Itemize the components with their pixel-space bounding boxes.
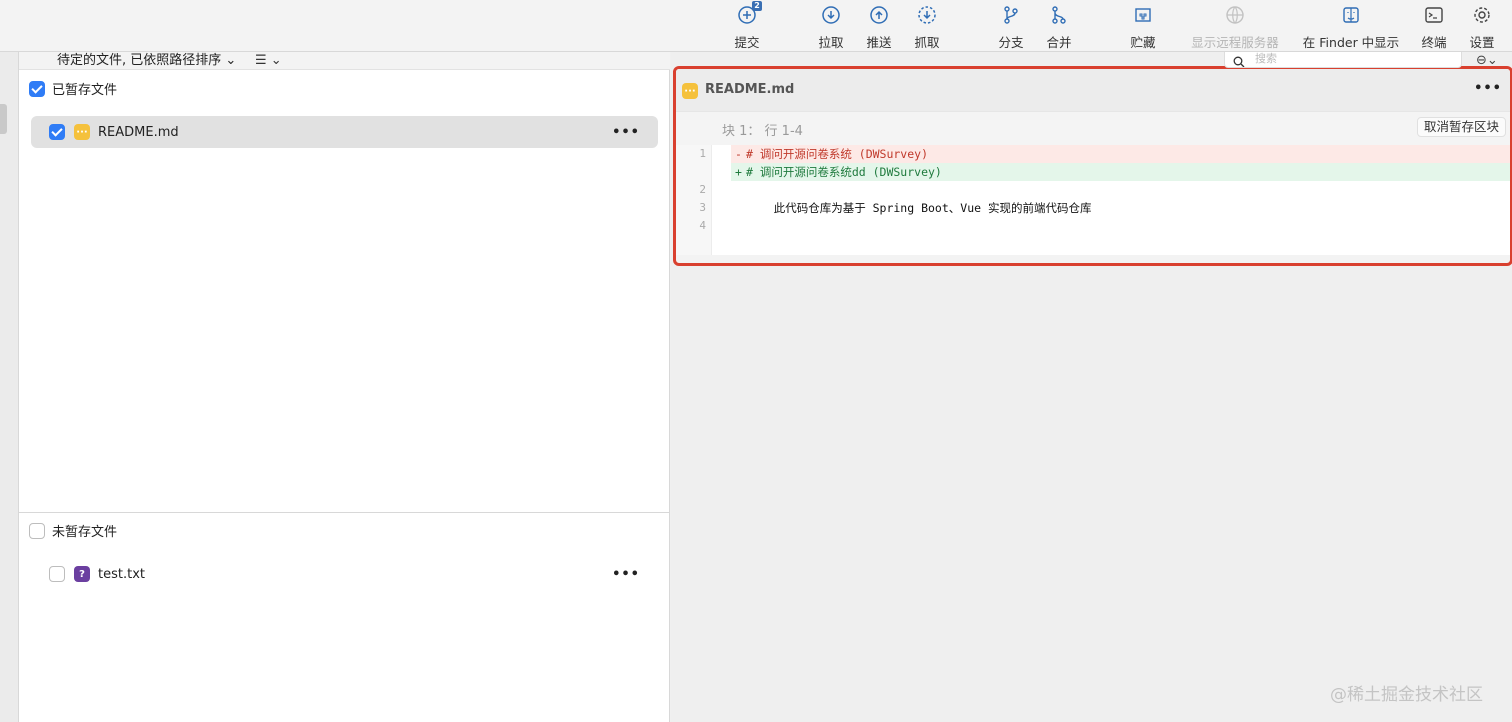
line-number: 2 [699,183,706,196]
push-label: 推送 [866,35,892,50]
more-actions-button[interactable]: ••• [612,125,640,140]
diff-pane: ··· README.md ••• 块 1： 行 1-4 取消暂存区块 1 2 … [671,52,1512,722]
commit-badge: 2 [752,1,762,11]
sort-bar: 待定的文件, 已依照路径排序 ⌄ ☰ ⌄ [19,52,670,70]
diff-mark: + [735,165,742,179]
untracked-file-icon: ? [74,566,90,582]
commit-label: 提交 [734,35,760,50]
show-remote-label: 显示远程服务器 [1191,35,1279,50]
diff-more-button[interactable]: ••• [1474,81,1502,96]
unstage-hunk-button[interactable]: 取消暂存区块 [1416,117,1506,137]
diff-line-text: # 调问开源问卷系统 (DWSurvey) [746,147,929,161]
terminal-label: 终端 [1421,35,1447,50]
diff-file-header: ··· README.md ••• [676,69,1510,111]
line-number: 1 [699,147,706,160]
diff-file-name: README.md [705,82,795,97]
diff-line-removed[interactable]: - # 调问开源问卷系统 (DWSurvey) [731,145,1510,163]
sidebar-collapsed-strip [0,52,19,722]
line-number-gutter: 1 2 3 4 [676,145,712,255]
stash-label: 贮藏 [1130,35,1156,50]
stash-icon [1132,4,1154,26]
modified-file-icon: ··· [74,124,90,140]
hunk-label: 块 1： 行 1-4 [722,124,803,139]
unstaged-title: 未暂存文件 [52,525,118,540]
commit-button[interactable]: 2 提交 [717,1,777,51]
branch-label: 分支 [998,35,1024,50]
list-view-icon[interactable]: ☰ ⌄ [255,53,282,69]
staged-title: 已暂存文件 [52,83,118,98]
stash-button[interactable]: 贮藏 [1113,4,1173,51]
show-remote-button[interactable]: 显示远程服务器 [1188,4,1282,51]
unstaged-all-checkbox[interactable] [29,522,45,539]
diff-line-context [731,217,1510,235]
diff-line-text: # 调问开源问卷系统dd (DWSurvey) [746,165,942,179]
toolbar: 2 提交 拉取 推送 抓取 分支 合并 贮藏 显示远程服务器 在 Finder … [0,0,1512,52]
diff-mark: - [735,147,742,161]
branch-icon [1000,4,1022,26]
merge-button[interactable]: 合并 [1029,4,1089,51]
diff-code: 1 2 3 4 - # 调问开源问卷系统 (DWSurvey) + # 调问开源问卷… [676,145,1510,255]
show-in-finder-button[interactable]: 在 Finder 中显示 [1300,4,1402,51]
sort-dropdown[interactable]: 待定的文件, 已依照路径排序 ⌄ [57,52,236,69]
file-checkbox[interactable] [49,124,65,140]
show-in-finder-label: 在 Finder 中显示 [1302,35,1400,50]
staged-section-header: 已暂存文件 [29,79,117,98]
watermark: @稀土掘金技术社区 [1330,685,1483,705]
more-actions-button[interactable]: ••• [612,567,640,582]
modified-file-icon: ··· [682,83,698,99]
fetch-button[interactable]: 抓取 [897,4,957,51]
search-input[interactable]: 搜索 [1224,52,1462,68]
commit-icon: 2 [736,1,762,26]
pull-icon [820,4,842,26]
fetch-icon [916,4,938,26]
staged-all-checkbox[interactable] [29,80,45,97]
search-icon [1233,53,1245,67]
gear-icon [1471,4,1493,26]
file-status-pane: 待定的文件, 已依照路径排序 ⌄ ☰ ⌄ 已暂存文件 ··· README.md… [19,52,670,722]
pane-divider[interactable] [19,512,670,513]
search-placeholder: 搜索 [1255,52,1277,65]
diff-line-text: 此代码仓库为基于 Spring Boot、Vue 实现的前端代码仓库 [746,201,1092,215]
unstaged-section-header: 未暂存文件 [29,521,117,540]
settings-label: 设置 [1469,35,1495,50]
file-name: test.txt [98,566,145,582]
sort-label: 待定的文件, 已依照路径排序 [57,53,222,68]
globe-icon [1224,4,1246,26]
staged-file-row[interactable]: ··· README.md ••• [31,116,658,148]
diff-line-context: 此代码仓库为基于 Spring Boot、Vue 实现的前端代码仓库 [731,199,1510,217]
push-icon [868,4,890,26]
unstaged-file-row[interactable]: ? test.txt ••• [31,558,658,590]
fetch-label: 抓取 [914,35,940,50]
file-name: README.md [98,124,179,140]
file-checkbox[interactable] [49,566,65,582]
hunk-header: 块 1： 行 1-4 取消暂存区块 [676,111,1510,145]
diff-hunk-panel: ··· README.md ••• 块 1： 行 1-4 取消暂存区块 1 2 … [673,66,1512,266]
line-number: 3 [699,201,706,214]
pull-label: 拉取 [818,35,844,50]
chevron-down-icon: ⌄ [225,53,237,68]
sidebar-resize-handle[interactable] [0,104,7,134]
more-options-icon[interactable]: ⊖⌄ [1476,53,1498,68]
line-number: 4 [699,219,706,232]
diff-line-context [731,181,1510,199]
terminal-icon [1423,4,1445,26]
settings-button[interactable]: 设置 [1452,4,1512,51]
merge-label: 合并 [1046,35,1072,50]
diff-line-added[interactable]: + # 调问开源问卷系统dd (DWSurvey) [731,163,1510,181]
merge-icon [1048,4,1070,26]
finder-icon [1340,4,1362,26]
